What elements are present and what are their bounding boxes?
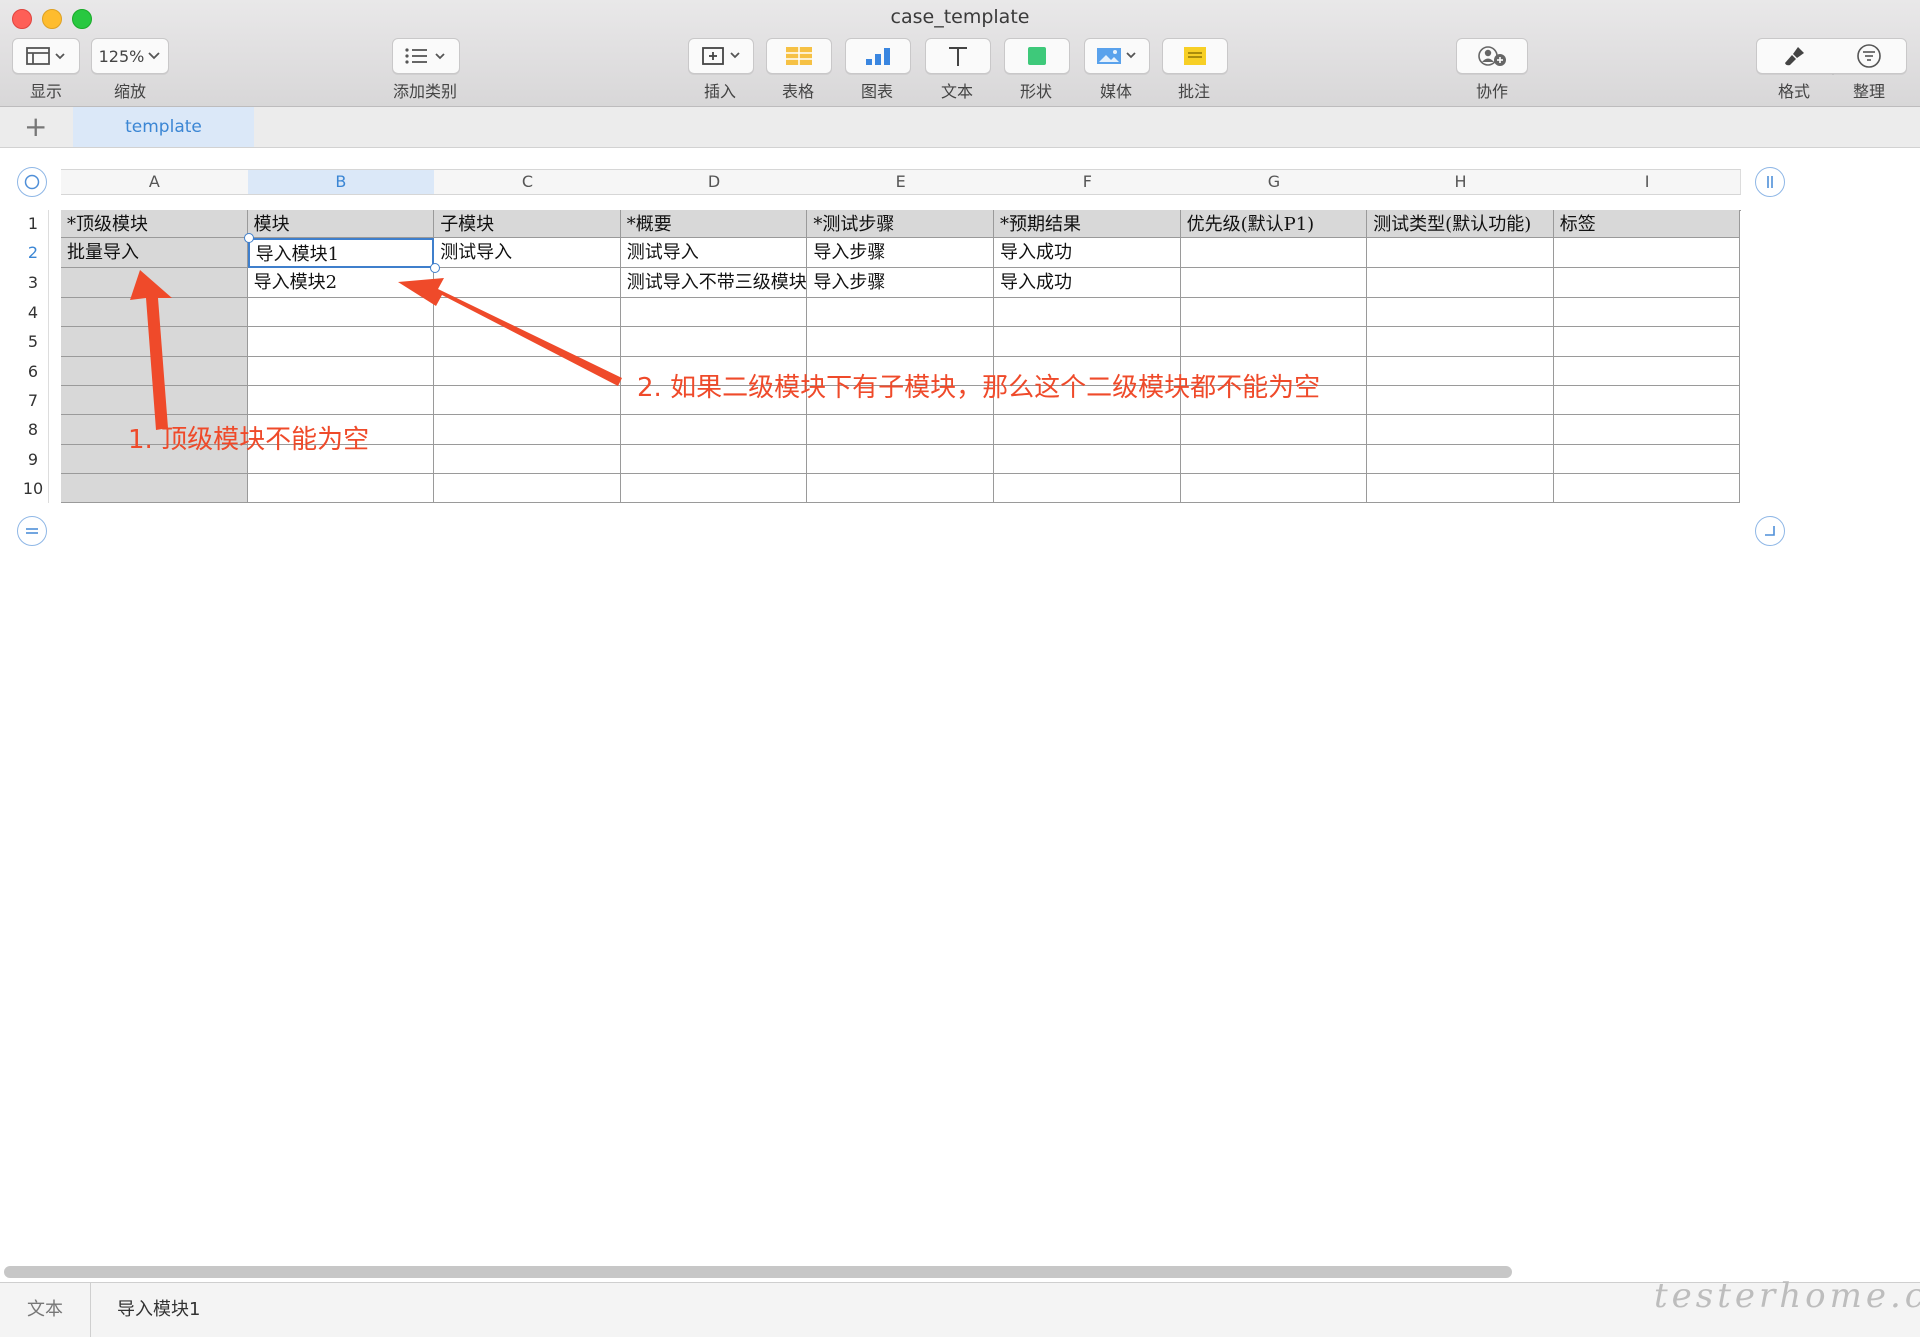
arrow-1-shape <box>130 270 172 430</box>
watermark-text: testerhome.com <box>1654 1276 1920 1316</box>
formula-value[interactable]: 导入模块1 <box>117 1283 200 1337</box>
arrow-2-shape <box>398 278 622 386</box>
annotation-note-2: 2. 如果二级模块下有子模块，那么这个二级模块都不能为空 <box>637 373 1321 403</box>
cell-type-label[interactable]: 文本 <box>0 1283 91 1337</box>
annotation-arrows <box>130 270 622 430</box>
formula-bar: 文本 导入模块1 <box>0 1282 1920 1337</box>
horizontal-scrollbar[interactable] <box>4 1266 1512 1278</box>
annotation-note-1: 1. 顶级模块不能为空 <box>128 425 370 455</box>
